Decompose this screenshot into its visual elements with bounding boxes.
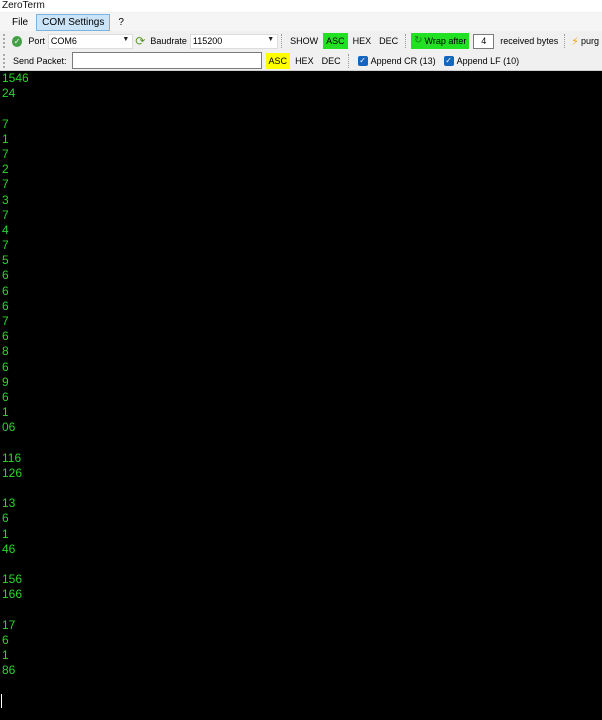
toolbar-separator: [347, 53, 350, 68]
append-lf-checkbox[interactable]: ✓: [443, 55, 454, 66]
terminal-line: 7: [2, 207, 9, 222]
port-value: COM6: [50, 36, 77, 46]
baudrate-value: 115200: [192, 36, 223, 46]
chevron-down-icon[interactable]: ▼: [267, 36, 274, 43]
received-bytes-label: received bytes: [500, 36, 559, 46]
terminal-line: 2: [2, 162, 9, 177]
toolbar-grip[interactable]: [3, 53, 7, 68]
terminal-line: 1: [2, 131, 9, 146]
terminal-line: 6: [2, 329, 9, 344]
text-cursor: [1, 694, 2, 708]
toolbar-separator: [281, 34, 283, 48]
send-asc-button[interactable]: ASC: [265, 52, 291, 69]
terminal-output[interactable]: 1546 24 7 1 7 2 7 3 7 4 7 5 6 6 6 7 6 8 6 9 6 1 06 116 126 13 6 1 46…: [0, 71, 602, 720]
wrap-after-button[interactable]: ↻ Wrap after: [411, 33, 470, 49]
port-select[interactable]: COM6 ▼: [47, 33, 134, 49]
terminal-line: 7: [2, 146, 9, 161]
append-cr-checkbox[interactable]: ✓: [357, 55, 368, 66]
terminal-line: 1: [2, 405, 9, 420]
port-label: Port: [28, 36, 45, 46]
terminal-line: 6: [2, 298, 9, 313]
wrap-icon: ↻: [414, 35, 423, 46]
send-dec-button[interactable]: DEC: [319, 53, 344, 69]
terminal-line: 1546: [2, 71, 29, 85]
terminal-line: 1: [2, 648, 9, 663]
terminal-line: 7: [2, 238, 9, 253]
toolbar-grip[interactable]: [3, 34, 7, 48]
append-lf-label: Append LF (10): [456, 55, 520, 66]
terminal-line: 116: [2, 450, 22, 465]
terminal-line: 24: [2, 86, 16, 101]
com-toolbar: ✓ Port COM6 ▼ ⟳ Baudrate 115200 ▼ SHOW A…: [0, 31, 602, 51]
terminal-line: 156: [2, 572, 23, 587]
terminal-line: 6: [2, 359, 9, 374]
show-hex-button[interactable]: HEX: [350, 33, 375, 49]
terminal-line: 17: [2, 617, 16, 632]
terminal-line: 7: [2, 314, 9, 328]
terminal-line: 3: [2, 192, 9, 207]
send-hex-button[interactable]: HEX: [292, 53, 317, 69]
terminal-line: 86: [2, 663, 16, 678]
window-title: ZeroTerm: [0, 0, 602, 12]
show-label: SHOW: [290, 36, 319, 46]
chevron-down-icon[interactable]: ▼: [122, 36, 129, 43]
terminal-line: 7: [2, 116, 9, 131]
terminal-line: 6: [2, 389, 9, 404]
purge-button[interactable]: purg: [581, 36, 599, 46]
terminal-line: 46: [2, 541, 16, 556]
menu-help[interactable]: ?: [112, 14, 130, 31]
terminal-line: 6: [2, 268, 9, 283]
toolbar-separator: [405, 34, 407, 48]
menu-file[interactable]: File: [6, 14, 34, 31]
baudrate-label: Baudrate: [150, 36, 187, 46]
connected-check-icon[interactable]: ✓: [11, 35, 23, 47]
terminal-line: 8: [2, 344, 9, 359]
terminal-line: 6: [2, 511, 9, 526]
wrap-after-label: Wrap after: [424, 36, 467, 46]
send-packet-input[interactable]: [71, 52, 262, 69]
terminal-line: 13: [2, 496, 16, 511]
menu-bar: File COM Settings ?: [0, 13, 602, 31]
refresh-icon[interactable]: ⟳: [135, 35, 145, 47]
terminal-line: 06: [2, 420, 16, 435]
terminal-line: 6: [2, 283, 9, 298]
toolbar-separator: [564, 34, 566, 48]
send-toolbar: Send Packet: ASC HEX DEC ✓ Append CR (13…: [0, 51, 602, 71]
terminal-line: 4: [2, 222, 9, 237]
lightning-icon[interactable]: ⚡: [571, 35, 579, 48]
terminal-line: 5: [2, 253, 9, 268]
terminal-line: 6: [2, 632, 9, 647]
send-packet-label: Send Packet:: [13, 55, 67, 66]
show-dec-button[interactable]: DEC: [376, 33, 401, 49]
append-cr-label: Append CR (13): [370, 55, 436, 66]
wrap-count-input[interactable]: 4: [473, 33, 495, 49]
terminal-line: 9: [2, 374, 9, 389]
terminal-line: 166: [2, 587, 23, 602]
menu-com-settings[interactable]: COM Settings: [36, 13, 111, 31]
terminal-line: 1: [2, 526, 9, 541]
baudrate-select[interactable]: 115200 ▼: [189, 33, 279, 49]
terminal-line: 7: [2, 177, 9, 192]
terminal-line: 126: [2, 465, 23, 480]
show-asc-button[interactable]: ASC: [323, 33, 348, 49]
